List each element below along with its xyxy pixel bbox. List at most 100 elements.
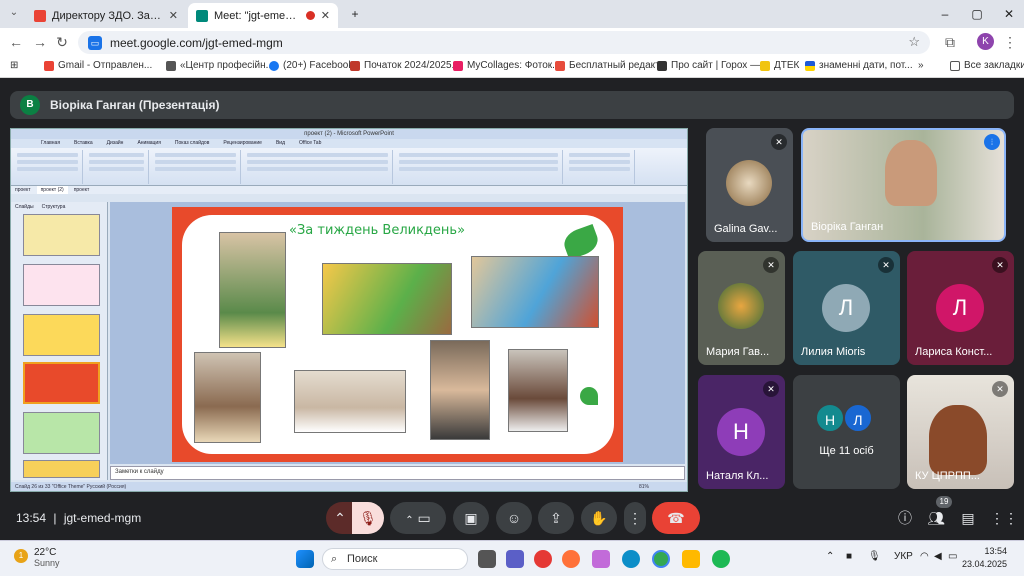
pane-tab: Слайды <box>15 204 34 210</box>
all-bookmarks[interactable]: Все закладки <box>950 60 1024 71</box>
bookmark-dates[interactable]: знаменні дати, пот... <box>805 60 913 71</box>
ribbon-group <box>243 150 393 184</box>
raise-hand-button[interactable]: ✋ <box>581 502 617 534</box>
firefox-icon[interactable] <box>562 550 580 568</box>
others-tile[interactable]: Н Л Ще 11 осіб <box>793 375 900 489</box>
taskbar-search[interactable]: ⌕ Поиск <box>322 548 468 570</box>
pane-tab: Структура <box>41 204 66 210</box>
bookmark-dtek[interactable]: ДТЕК <box>760 60 799 71</box>
ribbon-group <box>565 150 635 184</box>
tray-overflow-icon[interactable]: ⌃ <box>826 551 834 562</box>
menu-icon[interactable]: ⋮ <box>1000 32 1020 52</box>
teams-icon[interactable] <box>506 550 524 568</box>
start-icon[interactable] <box>296 550 314 568</box>
leaf-decoration <box>580 387 598 405</box>
clock-area[interactable]: 13:54 23.04.2025 <box>962 545 1007 571</box>
minimize-icon[interactable]: – <box>930 4 960 24</box>
bookmark-gmail[interactable]: Gmail - Отправлен... <box>44 60 152 71</box>
bookmark-centre[interactable]: «Центр професійн... <box>166 60 274 71</box>
bookmark-label: Про сайт | Горох —... <box>671 60 769 71</box>
chat-icon[interactable]: ▤ <box>958 508 978 528</box>
camera-button[interactable]: ⌃ ▭ <box>390 502 446 534</box>
tab-meet[interactable]: Meet: "jgt-emed-mgm" ✕ <box>188 3 338 28</box>
doc-tab: проект <box>73 187 90 193</box>
bookmark-star-icon[interactable]: ☆ <box>908 34 920 50</box>
tab-strip: ⌄ Директору ЗДО. Запрошення ✕ Meet: "jgt… <box>0 0 1024 28</box>
people-icon[interactable]: 👥︎ <box>926 508 946 528</box>
bookmark-start[interactable]: Початок 2024/2025... <box>350 60 460 71</box>
opera-icon[interactable] <box>534 550 552 568</box>
participant-tile[interactable]: Н ✕ Натaля Кл... <box>698 375 785 489</box>
site-info-icon[interactable]: ▭ <box>88 35 102 50</box>
back-icon[interactable]: ← <box>6 32 26 52</box>
presenter-avatar: В <box>20 95 40 115</box>
mic-options-button[interactable]: ⌃ <box>326 502 354 534</box>
battery-icon[interactable]: ▭ <box>948 551 957 562</box>
participant-tile[interactable]: Л ✕ Лилия Mioris <box>793 251 900 365</box>
tab-search-icon[interactable]: ⌄ <box>4 3 24 23</box>
address-bar[interactable]: ▭ meet.google.com/jgt-emed-mgm ☆ <box>78 31 930 54</box>
forward-icon[interactable]: → <box>30 32 50 52</box>
participant-name: Лариса Конст... <box>915 346 993 358</box>
tray-app-icon[interactable]: ■ <box>846 551 852 562</box>
participant-tile[interactable]: ✕ Мария Гав... <box>698 251 785 365</box>
participant-tile[interactable]: ✕ КУ ЦПРПП... <box>907 375 1014 489</box>
ribbon-group <box>395 150 563 184</box>
bookmark-horokh[interactable]: Про сайт | Горох —... <box>657 60 768 71</box>
bookmark-label: Бесплатный редакт... <box>569 60 667 71</box>
maximize-icon[interactable]: ▢ <box>962 4 992 24</box>
language-indicator[interactable]: УКР <box>894 551 913 562</box>
apps-icon[interactable]: ⊞ <box>10 60 18 71</box>
weather-condition: Sunny <box>34 558 60 568</box>
others-count: Ще 11 осіб <box>819 445 874 457</box>
participant-tile[interactable]: ✕ Galina Gav... <box>706 128 793 242</box>
participant-name: Віоріка Ганган <box>811 221 884 233</box>
bookmark-facebook[interactable]: (20+) Facebook <box>269 60 353 71</box>
more-options-button[interactable]: ⋮ <box>624 502 646 534</box>
participant-tile-speaking[interactable]: ⦙ Віоріка Ганган <box>801 128 1006 242</box>
close-icon[interactable]: ✕ <box>321 9 330 22</box>
participant-name: Мария Гав... <box>706 346 770 358</box>
participant-tile[interactable]: Л ✕ Лариса Конст... <box>907 251 1014 365</box>
bookmark-label: MyCollages: Фоток... <box>467 60 561 71</box>
edge-icon[interactable] <box>622 550 640 568</box>
new-tab-button[interactable]: + <box>340 4 370 24</box>
ribbon-group <box>85 150 149 184</box>
participant-name: Galina Gav... <box>714 223 778 235</box>
bookmark-label: знаменні дати, пот... <box>819 60 913 71</box>
info-icon[interactable]: ⓘ <box>895 508 915 528</box>
wifi-icon[interactable]: ◠ <box>920 551 929 562</box>
profile-avatar[interactable]: K <box>977 33 994 50</box>
weather-widget[interactable]: 1 22°C Sunny <box>14 547 60 568</box>
tab-director[interactable]: Директору ЗДО. Запрошення ✕ <box>26 3 186 28</box>
reload-icon[interactable]: ↻ <box>52 32 72 52</box>
reactions-button[interactable]: ☺ <box>496 502 532 534</box>
current-slide: «За тиждень Великдень» <box>172 207 623 462</box>
photo <box>471 256 599 328</box>
slide-notes: Заметки к слайду <box>110 466 685 480</box>
activities-icon[interactable]: ⋮⋮ <box>990 508 1018 528</box>
bookmark-editor[interactable]: Бесплатный редакт... <box>555 60 667 71</box>
close-icon[interactable]: ✕ <box>169 9 178 22</box>
leave-call-button[interactable]: ☎ <box>652 502 700 534</box>
task-view-icon[interactable] <box>478 550 496 568</box>
captions-button[interactable]: ▣ <box>453 502 489 534</box>
bookmark-mycollages[interactable]: MyCollages: Фоток... <box>453 60 560 71</box>
explorer-icon[interactable] <box>682 550 700 568</box>
menu-item: Анимация <box>137 140 161 146</box>
mic-tray-icon[interactable]: 🎙︎ <box>868 551 881 562</box>
close-window-icon[interactable]: ✕ <box>994 4 1024 24</box>
present-button[interactable]: ⇪ <box>538 502 574 534</box>
photo <box>194 352 261 443</box>
copilot-icon[interactable] <box>592 550 610 568</box>
volume-icon[interactable]: ◀︎ <box>934 551 942 562</box>
search-icon: ⌕ <box>331 553 338 565</box>
participant-avatar: Л <box>843 403 873 433</box>
bookmarks-overflow-icon[interactable]: » <box>918 60 924 71</box>
ppt-ribbon <box>11 148 687 186</box>
chrome-icon[interactable] <box>652 550 670 568</box>
app-icon[interactable] <box>712 550 730 568</box>
slide-canvas: «За тиждень Великдень» <box>110 202 685 464</box>
extensions-icon[interactable]: ⧉ <box>940 32 960 52</box>
mic-toggle-button[interactable]: 🎙︎ <box>352 502 384 534</box>
